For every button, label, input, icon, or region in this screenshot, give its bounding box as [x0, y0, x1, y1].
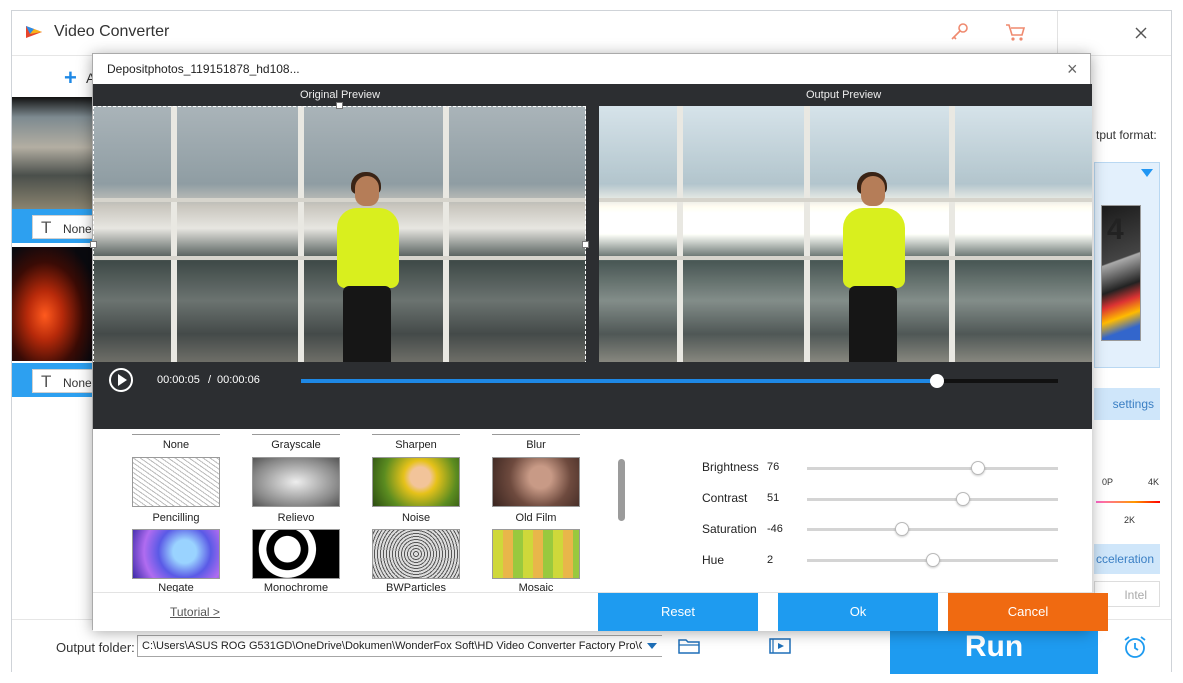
effect-pencilling-thumbnail[interactable] [132, 457, 220, 507]
close-icon[interactable] [1133, 25, 1149, 41]
output-format-panel: tput format: 4 settings 0P 4K 2K ccelera… [1090, 97, 1173, 627]
quality-slider[interactable] [1096, 501, 1160, 503]
crop-handle[interactable] [582, 241, 589, 248]
contrast-value: 51 [767, 492, 780, 504]
progress-fill [301, 379, 937, 383]
ok-button[interactable]: Ok [778, 593, 938, 631]
original-preview-label: Original Preview [300, 89, 381, 101]
hue-value: 2 [767, 554, 774, 566]
brightness-label: Brightness [702, 460, 759, 474]
dialog-footer: Tutorial > Reset Ok Cancel [93, 592, 1108, 631]
contrast-slider-knob[interactable] [955, 492, 970, 506]
effects-panel: None Grayscale Sharpen Blur Pencilling R… [93, 429, 1092, 592]
output-preview-video [599, 106, 1092, 384]
hue-slider-knob[interactable] [925, 553, 940, 567]
total-time: 00:00:06 [217, 374, 260, 386]
brightness-slider-knob[interactable] [970, 461, 985, 475]
saturation-value: -46 [767, 523, 783, 535]
hue-label: Hue [702, 553, 725, 567]
folder-icon[interactable] [678, 637, 700, 655]
output-preview-label: Output Preview [806, 89, 882, 101]
alarm-icon[interactable] [1122, 634, 1148, 660]
close-icon[interactable]: × [1067, 60, 1078, 78]
play-icon[interactable] [109, 368, 133, 392]
brightness-slider[interactable] [807, 461, 1058, 475]
subtitle-select[interactable]: T None [32, 215, 94, 239]
output-folder-label: Output folder: [56, 640, 135, 655]
subtitle-select[interactable]: T None [32, 369, 94, 393]
format-tile-text: 4 [1107, 213, 1124, 246]
title-bar: Video Converter [12, 11, 1171, 55]
app-logo-icon [26, 26, 42, 38]
effect-old-film-label: Old Film [515, 512, 557, 524]
progress-track[interactable] [301, 374, 1058, 388]
saturation-slider-knob[interactable] [895, 522, 910, 536]
quality-label-right: 4K [1148, 477, 1160, 487]
app-title: Video Converter [54, 23, 170, 40]
settings-button[interactable]: settings [1094, 388, 1160, 420]
effect-blur[interactable]: Blur [492, 434, 580, 451]
effect-monochrome-label: Monochrome [263, 582, 329, 592]
subtitle-label: None [63, 222, 92, 236]
effects-scrollbar[interactable] [618, 459, 625, 521]
effect-sharpen[interactable]: Sharpen [372, 434, 460, 451]
video-folder-icon[interactable] [769, 637, 791, 655]
acceleration-button[interactable]: cceleration [1094, 544, 1160, 574]
effect-relievo-label: Relievo [277, 512, 315, 524]
quality-label-left: 0P [1102, 477, 1114, 487]
current-time: 00:00:05 [157, 374, 200, 386]
cancel-button[interactable]: Cancel [948, 593, 1108, 631]
brightness-value: 76 [767, 461, 780, 473]
dropdown-icon[interactable] [1141, 169, 1153, 177]
effect-mosaic-thumbnail[interactable] [492, 529, 580, 579]
effect-grayscale[interactable]: Grayscale [252, 434, 340, 451]
saturation-slider[interactable] [807, 522, 1058, 536]
crop-handle[interactable] [90, 241, 97, 248]
effect-none[interactable]: None [132, 434, 220, 451]
crop-frame[interactable] [93, 106, 586, 384]
file-row[interactable]: T None [12, 209, 94, 243]
subtitle-label: None [63, 376, 92, 390]
tutorial-link[interactable]: Tutorial > [170, 605, 220, 619]
file-row[interactable]: T None [12, 363, 94, 397]
effect-mosaic-label: Mosaic [518, 582, 554, 592]
effect-relievo-thumbnail[interactable] [252, 457, 340, 507]
screen: Video Converter + A T None T None tput f… [0, 0, 1183, 683]
saturation-label: Saturation [702, 522, 757, 536]
effect-noise-label: Noise [401, 512, 431, 524]
effect-negate-thumbnail[interactable] [132, 529, 220, 579]
effect-noise-thumbnail[interactable] [372, 457, 460, 507]
key-icon[interactable] [948, 21, 970, 43]
quality-label-bottom: 2K [1124, 515, 1136, 525]
effect-monochrome-thumbnail[interactable] [252, 529, 340, 579]
effects-dialog: Depositphotos_119151878_hd108... × Origi… [90, 53, 1108, 631]
cart-icon[interactable] [1004, 21, 1026, 43]
text-icon: T [41, 218, 52, 237]
effect-old-film-thumbnail[interactable] [492, 457, 580, 507]
output-format-label: tput format: [1096, 128, 1157, 142]
effect-pencilling-label: Pencilling [152, 512, 200, 524]
progress-knob[interactable] [929, 374, 944, 388]
title-separator [1057, 11, 1058, 55]
effect-negate-label: Negate [158, 582, 194, 592]
time-separator: / [208, 374, 212, 386]
effect-bwparticles-label: BWParticles [386, 582, 446, 592]
chevron-down-icon[interactable] [642, 636, 662, 656]
effect-bwparticles-thumbnail[interactable] [372, 529, 460, 579]
contrast-label: Contrast [702, 491, 748, 505]
dialog-title: Depositphotos_119151878_hd108... [107, 62, 300, 76]
reset-button[interactable]: Reset [598, 593, 758, 631]
player-controls: 00:00:05 / 00:00:06 [93, 362, 1092, 399]
hue-slider[interactable] [807, 553, 1058, 567]
output-folder-field[interactable]: C:\Users\ASUS ROG G531GD\OneDrive\Dokume… [137, 635, 662, 657]
contrast-slider[interactable] [807, 492, 1058, 506]
crop-handle[interactable] [336, 102, 343, 109]
format-selector[interactable]: 4 [1094, 162, 1160, 368]
text-icon: T [41, 372, 52, 391]
file-thumbnail[interactable] [12, 97, 94, 209]
add-icon[interactable]: + [64, 65, 77, 91]
file-thumbnail[interactable] [12, 247, 94, 361]
